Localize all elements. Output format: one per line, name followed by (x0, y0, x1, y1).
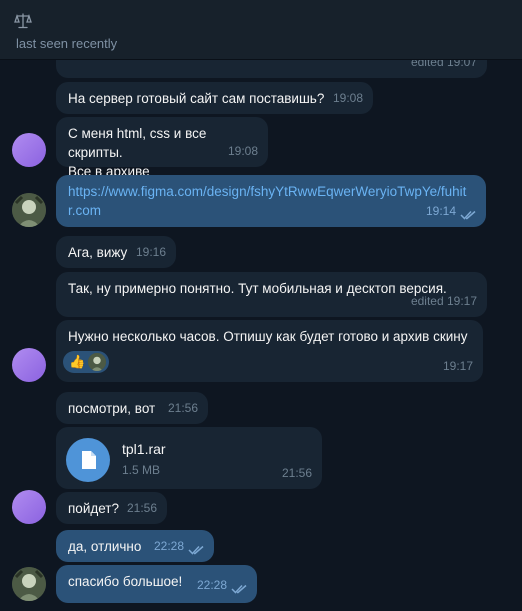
last-seen-status: last seen recently (16, 36, 118, 51)
message-bubble[interactable]: да, отлично 22:28 (56, 530, 214, 562)
message-text: На сервер готовый сайт сам поставишь? (68, 91, 325, 106)
message-link[interactable]: https://www.figma.com/design/fshyYtRwwEq… (68, 182, 474, 201)
message-bubble[interactable]: С меня html, css и все скрипты. Все в ар… (56, 117, 268, 179)
my-avatar[interactable] (12, 567, 46, 601)
message-time: 19:17 (442, 359, 473, 373)
contact-avatar[interactable] (12, 490, 46, 524)
message-time: 19:14 (425, 204, 456, 218)
file-icon (82, 451, 96, 469)
my-avatar[interactable] (12, 193, 46, 227)
message-time: 22:28 (196, 578, 227, 592)
message-list[interactable]: edited 19:07 На сервер готовый сайт сам … (0, 60, 522, 611)
message-bubble[interactable]: edited 19:07 (56, 60, 487, 78)
read-checkmarks-icon (460, 210, 476, 220)
avatar-photo-icon (12, 567, 46, 601)
contact-avatar[interactable] (12, 133, 46, 167)
message-text: Так, ну примерно понятно. Тут мобильная … (68, 281, 447, 296)
message-bubble[interactable]: Так, ну примерно понятно. Тут мобильная … (56, 272, 487, 317)
message-bubble[interactable]: https://www.figma.com/design/fshyYtRwwEq… (56, 175, 486, 227)
message-time: 19:08 (332, 91, 363, 105)
read-checkmarks-icon (188, 545, 204, 555)
thumbs-up-icon: 👍 (69, 354, 86, 369)
message-text: Нужно несколько часов. Отпишу как будет … (68, 329, 468, 344)
message-text: Ага, вижу (68, 245, 128, 260)
message-link[interactable]: r.com (68, 201, 474, 220)
file-message[interactable]: tpl1.rar 1.5 MB 21:56 (56, 427, 322, 489)
message-time: 19:08 (227, 144, 258, 158)
contact-avatar[interactable] (12, 348, 46, 382)
message-bubble[interactable]: спасибо большое! 22:28 (56, 565, 257, 603)
read-checkmarks-icon (231, 584, 247, 594)
message-bubble[interactable]: Ага, вижу 19:16 (56, 236, 176, 268)
scale-icon (14, 13, 32, 29)
message-text: посмотри, вот (68, 401, 156, 416)
message-time: edited 19:07 (410, 60, 477, 69)
message-time: 19:16 (135, 245, 166, 259)
message-bubble[interactable]: пойдет? 21:56 (56, 492, 167, 524)
message-time: 21:56 (126, 501, 157, 515)
reaction-avatar (88, 353, 106, 371)
file-size: 1.5 MB (122, 463, 161, 477)
message-bubble[interactable]: На сервер готовый сайт сам поставишь? 19… (56, 82, 373, 114)
file-download-button[interactable] (66, 438, 110, 482)
message-text: пойдет? (68, 501, 119, 516)
message-bubble[interactable]: Нужно несколько часов. Отпишу как будет … (56, 320, 483, 382)
chat-header[interactable]: last seen recently (0, 0, 522, 60)
message-time: edited 19:17 (410, 294, 477, 308)
reaction-badge[interactable]: 👍 (63, 351, 109, 373)
message-time: 21:56 (167, 401, 198, 415)
message-text: да, отлично (68, 539, 142, 554)
message-text: спасибо большое! (68, 574, 183, 589)
file-name[interactable]: tpl1.rar (122, 440, 166, 459)
message-bubble[interactable]: посмотри, вот 21:56 (56, 392, 208, 424)
avatar-photo-icon (12, 193, 46, 227)
message-time: 22:28 (153, 539, 184, 553)
message-time: 21:56 (281, 466, 312, 480)
